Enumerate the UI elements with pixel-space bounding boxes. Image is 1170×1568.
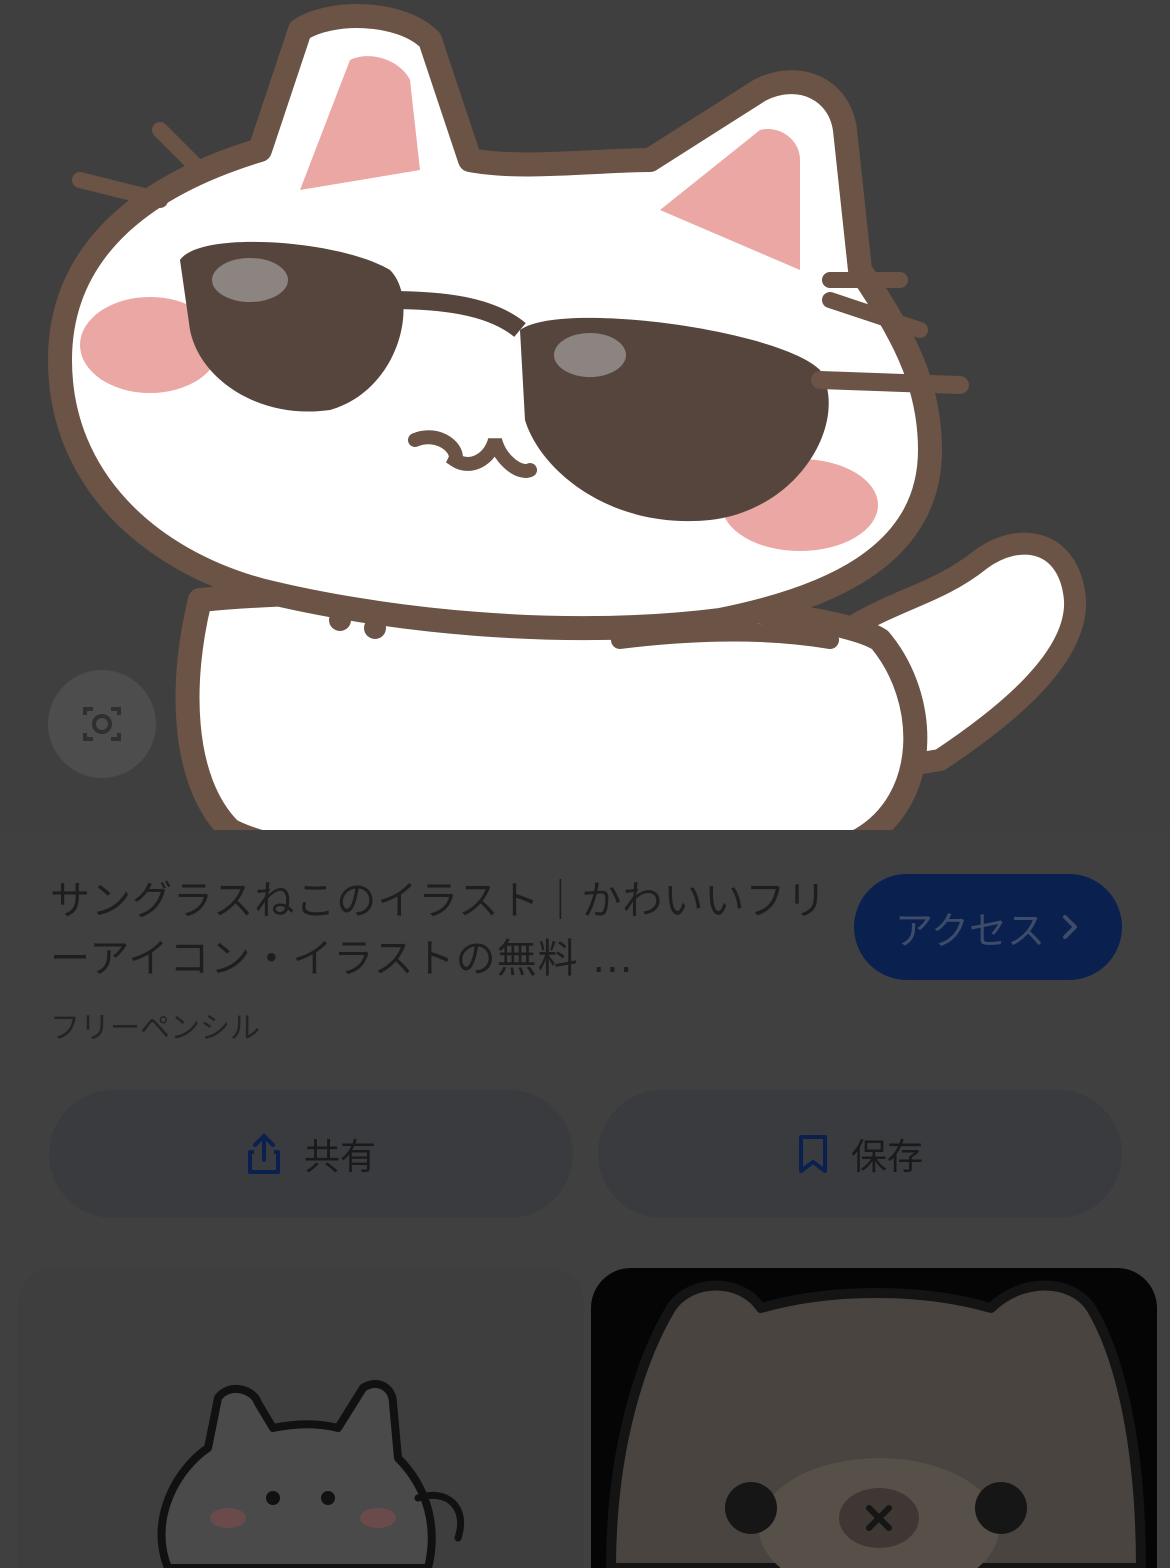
hero-image-area[interactable] [0, 0, 1170, 830]
visit-button[interactable]: アクセス [854, 874, 1122, 980]
share-icon [247, 1134, 280, 1174]
related-image-thumbnail[interactable] [591, 1268, 1157, 1568]
share-button[interactable]: 共有 [49, 1090, 573, 1218]
related-image-thumbnail[interactable] [18, 1268, 584, 1568]
bear-thumbnail-illustration [606, 1280, 1146, 1568]
cat-sunglasses-illustration [48, 4, 1087, 830]
result-title[interactable]: サングラスねこのイラスト｜かわいいフリーアイコン・イラストの無料 ... [50, 872, 830, 988]
save-label: 保存 [850, 1137, 923, 1178]
bookmark-icon [798, 1135, 827, 1173]
visit-button-label: アクセス [894, 908, 1046, 953]
result-source: フリーペンシル [50, 1011, 260, 1046]
cat-thumbnail-illustration [157, 1380, 465, 1568]
share-label: 共有 [303, 1137, 376, 1178]
camera-search-icon [83, 707, 121, 741]
save-button[interactable]: 保存 [598, 1090, 1122, 1218]
lens-search-button[interactable] [48, 670, 156, 778]
chevron-right-icon [1063, 915, 1078, 939]
